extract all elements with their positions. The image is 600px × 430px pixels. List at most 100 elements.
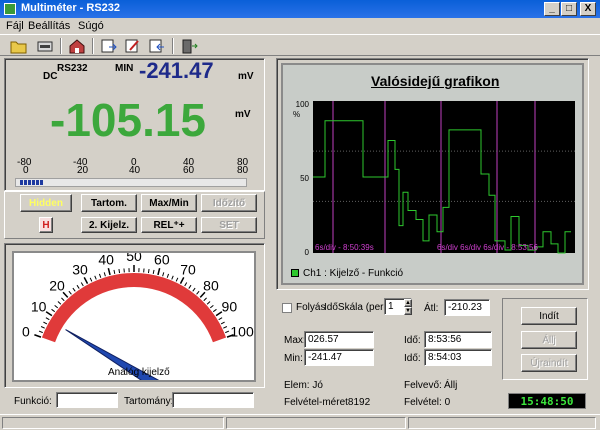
spinner-up-arrow-icon[interactable]: ▲ xyxy=(404,299,412,307)
clock-display: 15:48:50 xyxy=(508,393,586,409)
gauge-tick xyxy=(184,282,188,287)
start-button[interactable]: Indít xyxy=(521,307,577,325)
scale-tick: 40 xyxy=(129,165,141,176)
export-icon[interactable] xyxy=(100,38,118,54)
h-button[interactable]: H xyxy=(39,217,53,233)
gauge-tick xyxy=(57,301,62,305)
gauge-tick-label: 10 xyxy=(31,299,47,315)
gauge-tick xyxy=(212,308,217,313)
second-display-button[interactable]: 2. Kijelz. xyxy=(81,217,137,233)
gauge-tick xyxy=(107,267,111,276)
gauge-tick xyxy=(98,273,102,278)
chart-panel: Valósidejű grafikon 100 50 0% 6s/div - 8:50… xyxy=(276,58,589,290)
menu-help[interactable]: Súgó xyxy=(78,20,104,32)
gauge-tick xyxy=(45,311,53,317)
plot-area xyxy=(313,101,575,253)
gauge-tick xyxy=(61,297,65,302)
gauge-tick xyxy=(40,326,45,329)
max-time-field[interactable]: 8:53:56 xyxy=(424,331,492,348)
record-size: Felvétel-méret8192 xyxy=(284,397,371,408)
home-icon[interactable] xyxy=(68,38,86,54)
bar-segment xyxy=(32,180,35,185)
gauge-tick xyxy=(34,334,42,338)
record-count: Felvétel: 0 xyxy=(404,397,451,408)
gauge-tick xyxy=(147,269,150,274)
gauge-tick xyxy=(80,282,84,287)
bar-graph xyxy=(15,178,247,187)
min-label: Min: xyxy=(284,353,303,364)
device-icon[interactable] xyxy=(36,38,54,54)
app-icon xyxy=(4,3,16,15)
gauge-tick xyxy=(152,269,155,274)
gauge-tick xyxy=(76,284,80,289)
min-field[interactable]: -241.47 xyxy=(304,349,374,366)
y-tick-label: 100 xyxy=(296,100,310,109)
gauge-tick xyxy=(175,277,179,282)
gauge-label: Analóg kijelző xyxy=(108,367,170,378)
gauge-tick xyxy=(83,277,89,284)
rel-button[interactable]: REL⁺+ xyxy=(141,217,197,233)
function-label: Funkció: xyxy=(14,396,52,407)
idoskala-label: IdőSkála (perc) xyxy=(324,302,392,313)
bar-segment xyxy=(20,180,23,185)
close-button[interactable]: X xyxy=(580,2,596,16)
y-tick-label: 0 xyxy=(305,248,310,257)
scale-tick: 20 xyxy=(77,165,89,176)
gauge-tick xyxy=(54,304,59,309)
bar-segment xyxy=(36,180,39,185)
folyas-checkbox[interactable] xyxy=(282,303,292,313)
gauge-tick xyxy=(171,275,174,280)
gauge-tick xyxy=(203,297,207,302)
max-label: Max: xyxy=(284,335,306,346)
maximize-button[interactable]: □ xyxy=(561,2,577,16)
timer-button[interactable]: Időzítő xyxy=(201,194,257,212)
y-tick-label: 50 xyxy=(300,174,309,183)
status-pane xyxy=(2,417,224,429)
range-field[interactable] xyxy=(172,392,254,408)
analog-gauge-panel: 0 10 20 30 40 50 60 70 80 90 100 Analóg kijelző xyxy=(4,243,265,388)
status-pane xyxy=(226,417,406,429)
gauge-tick xyxy=(157,267,161,276)
scale-tick: 60 xyxy=(183,165,195,176)
hold-button[interactable]: Hidden xyxy=(20,194,72,212)
toolbar-separator xyxy=(60,38,62,54)
min-value: -241.47 xyxy=(139,58,214,83)
status-bar xyxy=(0,414,600,430)
function-field[interactable] xyxy=(56,392,118,408)
menu-file[interactable]: Fájl xyxy=(6,20,24,32)
edit-icon[interactable] xyxy=(124,38,142,54)
gauge-tick-label: 0 xyxy=(22,324,30,340)
gauge-tick xyxy=(51,308,56,313)
controls-panel: Folyás IdőSkála (perc) 1 ▲ ▼ Átl: -210.2… xyxy=(276,294,498,414)
gauge-tick-label: 60 xyxy=(154,253,170,267)
exit-door-icon[interactable] xyxy=(180,38,198,54)
menu-settings[interactable]: Beállítás xyxy=(28,20,70,32)
recorder-buttons: Indít Állj Újraindít xyxy=(502,298,588,380)
gauge-tick xyxy=(209,304,214,309)
recorder-label: Felvevő: xyxy=(404,380,442,391)
gauge-tick xyxy=(43,321,48,325)
gauge-tick xyxy=(188,284,192,289)
toolbar-separator xyxy=(172,38,174,54)
set-button[interactable]: SET xyxy=(201,217,257,233)
open-folder-icon[interactable] xyxy=(10,38,28,54)
min-time-field[interactable]: 8:54:03 xyxy=(424,349,492,366)
reset-button[interactable]: Újraindít xyxy=(521,354,577,372)
gauge-tick-label: 40 xyxy=(98,253,114,267)
import-icon[interactable] xyxy=(148,38,166,54)
gauge-tick xyxy=(196,290,200,295)
maxmin-button[interactable]: Max/Min xyxy=(141,194,197,212)
y-axis-unit: % xyxy=(293,110,300,119)
window-title: Multiméter - RS232 xyxy=(21,2,121,14)
scale-tick: 80 xyxy=(237,165,249,176)
menu-bar: Fájl Beállítás Súgó xyxy=(0,18,600,34)
stop-button[interactable]: Állj xyxy=(521,331,577,349)
range-button[interactable]: Tartom. xyxy=(81,194,137,212)
minimize-button[interactable]: _ xyxy=(544,2,560,16)
avg-field[interactable]: -210.23 xyxy=(444,299,490,316)
spinner-down-arrow-icon[interactable]: ▼ xyxy=(404,307,412,315)
max-field[interactable]: 026.57 xyxy=(304,331,374,348)
max-time-label: Idő: xyxy=(404,335,421,346)
button-panel: Hidden Tartom. Max/Min Időzítő H 2. Kije… xyxy=(4,191,265,239)
gauge-tick-label: 80 xyxy=(203,278,219,294)
